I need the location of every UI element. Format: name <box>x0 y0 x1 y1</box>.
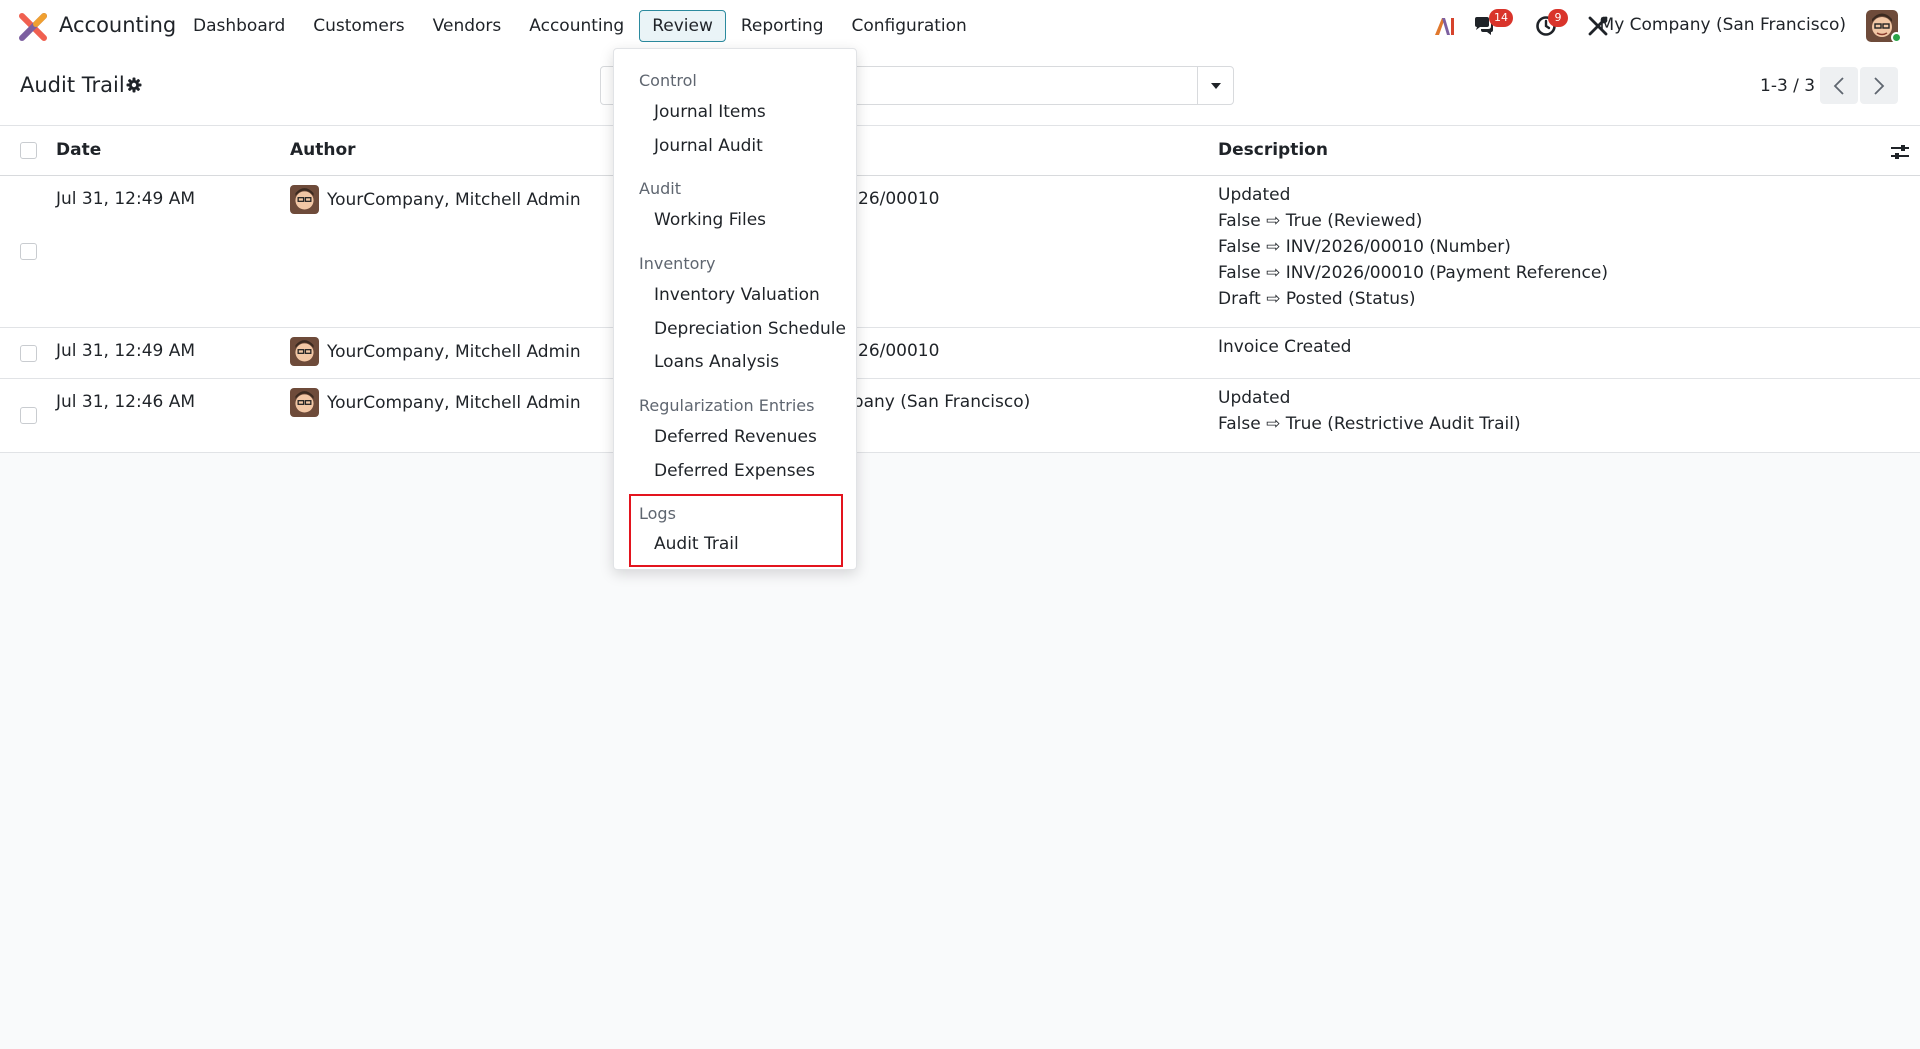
gear-icon[interactable] <box>126 77 142 93</box>
menu-customers[interactable]: Customers <box>300 10 417 42</box>
menu-item-depreciation-schedule[interactable]: Depreciation Schedule <box>654 319 846 339</box>
online-status-indicator <box>1891 32 1902 43</box>
menu-item-working-files[interactable]: Working Files <box>654 210 766 230</box>
activities-badge: 9 <box>1548 9 1568 27</box>
review-dropdown-menu: Control Journal Items Journal Audit Audi… <box>613 48 857 570</box>
row-date: Jul 31, 12:46 AM <box>56 392 196 412</box>
pager-value[interactable]: 1-3 / 3 <box>1760 76 1815 96</box>
pager-previous-button[interactable] <box>1820 67 1858 104</box>
description-line: False ⇨ INV/2026/00010 (Number) <box>1218 237 1511 257</box>
description-line: Invoice Created <box>1218 337 1352 357</box>
column-date[interactable]: Date <box>56 140 101 160</box>
menu-accounting[interactable]: Accounting <box>516 10 637 42</box>
author-name: YourCompany, Mitchell Admin <box>327 341 581 362</box>
menu-item-loans-analysis[interactable]: Loans Analysis <box>654 352 779 372</box>
optional-columns-icon[interactable] <box>1890 142 1910 162</box>
row-author: YourCompany, Mitchell Admin <box>290 388 581 417</box>
table-row[interactable]: Jul 31, 12:46 AM YourCompany, Mitchell A… <box>0 379 1920 453</box>
menu-item-deferred-revenues[interactable]: Deferred Revenues <box>654 427 817 447</box>
description-line: Draft ⇨ Posted (Status) <box>1218 289 1416 309</box>
row-description: Invoice Created <box>1218 334 1351 360</box>
menu-item-audit-trail[interactable]: Audit Trail <box>654 534 739 554</box>
column-description[interactable]: Description <box>1218 140 1328 160</box>
menu-item-journal-audit[interactable]: Journal Audit <box>654 136 763 156</box>
row-record: 26/00010 <box>858 189 940 209</box>
avatar <box>290 388 319 417</box>
table-row[interactable]: Jul 31, 12:49 AM YourCompany, Mitchell A… <box>0 328 1920 379</box>
chevron-right-icon <box>1874 76 1885 95</box>
accounting-app-icon[interactable] <box>19 13 47 41</box>
description-line: False ⇨ INV/2026/00010 (Payment Referenc… <box>1218 263 1608 283</box>
menu-review[interactable]: Review <box>639 10 726 42</box>
description-line: Updated <box>1218 185 1291 205</box>
main-menu: Dashboard Customers Vendors Accounting R… <box>180 10 982 42</box>
row-description: Updated False ⇨ True (Reviewed) False ⇨ … <box>1218 182 1608 312</box>
row-date: Jul 31, 12:49 AM <box>56 189 196 209</box>
menu-reporting[interactable]: Reporting <box>728 10 837 42</box>
menu-item-inventory-valuation[interactable]: Inventory Valuation <box>654 285 820 305</box>
caret-down-icon <box>1210 82 1221 89</box>
messages-badge: 14 <box>1489 9 1513 27</box>
row-checkbox[interactable] <box>20 407 37 424</box>
page-title[interactable]: Audit Trail <box>20 73 125 97</box>
avatar <box>290 185 319 214</box>
list-header: Date Author Description <box>0 126 1920 176</box>
select-all-checkbox[interactable] <box>20 142 37 159</box>
row-description: Updated False ⇨ True (Restrictive Audit … <box>1218 385 1521 437</box>
description-line: Updated <box>1218 388 1291 408</box>
table-row[interactable]: Jul 31, 12:49 AM YourCompany, Mitchell A… <box>0 176 1920 328</box>
ai-icon[interactable] <box>1432 14 1456 38</box>
row-record: 26/00010 <box>858 341 940 361</box>
row-checkbox[interactable] <box>20 243 37 260</box>
row-date: Jul 31, 12:49 AM <box>56 341 196 361</box>
menu-configuration[interactable]: Configuration <box>839 10 980 42</box>
pager-next-button[interactable] <box>1860 67 1898 104</box>
section-regularization-entries: Regularization Entries <box>639 396 815 415</box>
menu-item-journal-items[interactable]: Journal Items <box>654 102 766 122</box>
section-inventory: Inventory <box>639 254 716 273</box>
column-author[interactable]: Author <box>290 140 356 160</box>
author-name: YourCompany, Mitchell Admin <box>327 189 581 210</box>
menu-dashboard[interactable]: Dashboard <box>180 10 298 42</box>
top-navbar: Accounting Dashboard Customers Vendors A… <box>0 0 1920 52</box>
description-line: False ⇨ True (Restrictive Audit Trail) <box>1218 414 1521 434</box>
row-author: YourCompany, Mitchell Admin <box>290 337 581 366</box>
chevron-left-icon <box>1833 76 1844 95</box>
author-name: YourCompany, Mitchell Admin <box>327 392 581 413</box>
menu-vendors[interactable]: Vendors <box>420 10 515 42</box>
row-record: npany (San Francisco) <box>842 392 1031 412</box>
row-author: YourCompany, Mitchell Admin <box>290 185 581 214</box>
audit-trail-list: Date Author Description Jul 31, 12:49 AM… <box>0 126 1920 453</box>
control-panel: Audit Trail 1-3 / 3 <box>0 52 1920 126</box>
section-control: Control <box>639 71 697 90</box>
description-line: False ⇨ True (Reviewed) <box>1218 211 1423 231</box>
search-options-toggle[interactable] <box>1197 67 1233 104</box>
section-audit: Audit <box>639 179 681 198</box>
app-name[interactable]: Accounting <box>59 13 176 37</box>
avatar <box>290 337 319 366</box>
row-checkbox[interactable] <box>20 345 37 362</box>
section-logs: Logs <box>639 504 676 523</box>
menu-item-deferred-expenses[interactable]: Deferred Expenses <box>654 461 815 481</box>
company-switcher[interactable]: My Company (San Francisco) <box>1600 15 1846 35</box>
